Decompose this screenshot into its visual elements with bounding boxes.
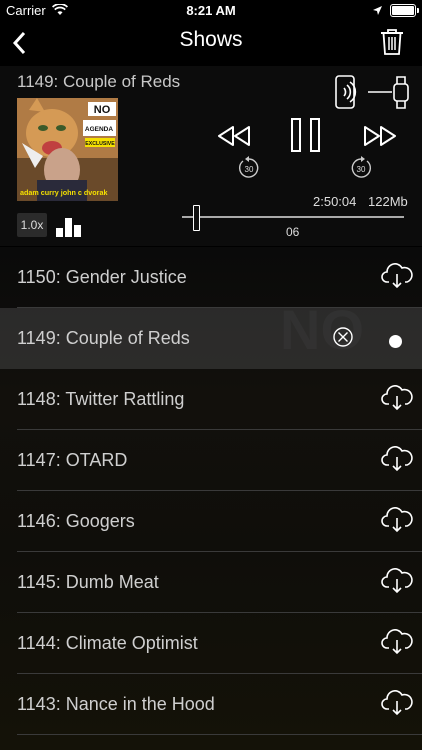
episode-list[interactable]: NO 1150: Gender Justice 1149: Couple of … <box>0 247 422 750</box>
fast-forward-icon <box>364 126 396 146</box>
cloud-download-icon[interactable] <box>381 261 413 294</box>
art-exclusive-text: EXCLUSIVE <box>85 141 115 147</box>
episode-title: 1145: Dumb Meat <box>17 572 159 592</box>
output-device-button[interactable] <box>334 74 414 115</box>
now-playing-title: 1149: Couple of Reds <box>17 72 181 91</box>
skip-forward-button[interactable]: 30 <box>349 156 373 185</box>
playback-speed-button[interactable]: 1.0x <box>17 213 47 237</box>
skip-forward-value: 30 <box>357 165 366 174</box>
cloud-download-icon[interactable] <box>381 383 413 416</box>
cloud-download-icon[interactable] <box>381 505 413 538</box>
cloud-download-icon[interactable] <box>381 444 413 477</box>
episode-row[interactable]: 1143: Nance in the Hood <box>0 674 422 735</box>
battery-icon <box>390 4 419 17</box>
page-title: Shows <box>179 28 243 51</box>
skip-forward-30-icon: 30 <box>351 156 371 178</box>
skip-back-30-icon: 30 <box>239 156 259 178</box>
clock: 8:21 AM <box>186 3 236 18</box>
skip-back-button[interactable]: 30 <box>237 156 261 185</box>
file-size: 122Mb <box>368 194 408 209</box>
equalizer-icon[interactable] <box>56 218 83 242</box>
art-agenda-text: AGENDA <box>85 126 113 133</box>
cloud-download-icon[interactable] <box>381 627 413 660</box>
rewind-icon <box>218 126 250 146</box>
episode-row[interactable]: 1147: OTARD <box>0 430 422 491</box>
episode-title: 1149: Couple of Reds <box>17 328 190 348</box>
episode-row[interactable]: 1145: Dumb Meat <box>0 552 422 613</box>
episode-row-active[interactable]: 1149: Couple of Reds <box>0 308 422 369</box>
pause-icon <box>291 118 320 152</box>
fast-forward-button[interactable] <box>363 125 397 152</box>
art-no-text: NO <box>94 104 111 116</box>
episode-row[interactable]: 1148: Twitter Rattling <box>0 369 422 430</box>
rewind-button[interactable] <box>217 125 251 152</box>
progress-thumb[interactable] <box>193 205 200 231</box>
chapter-number: 06 <box>286 225 300 239</box>
skip-back-value: 30 <box>245 165 254 174</box>
row-divider <box>17 734 422 735</box>
circle-x-icon[interactable] <box>333 327 353 352</box>
cloud-download-icon[interactable] <box>381 566 413 599</box>
progress-track[interactable] <box>182 216 404 218</box>
episode-title: 1146: Googers <box>17 511 135 531</box>
episode-title: 1144: Climate Optimist <box>17 633 198 653</box>
episode-artwork[interactable]: NO AGENDA EXCLUSIVE adam curry john c dv… <box>17 98 118 201</box>
art-credits-text: adam curry john c dvorak <box>20 188 107 197</box>
episode-row[interactable]: 1144: Climate Optimist <box>0 613 422 674</box>
episode-row[interactable]: 1150: Gender Justice <box>0 247 422 308</box>
elapsed-time: 2:50:04 <box>313 194 357 209</box>
episode-title: 1143: Nance in the Hood <box>17 694 215 714</box>
trash-icon <box>381 29 403 55</box>
now-playing-dot-icon <box>389 335 402 348</box>
episode-row[interactable]: 1146: Googers <box>0 491 422 552</box>
status-bar: Carrier 8:21 AM <box>0 0 422 22</box>
location-arrow-icon <box>372 4 383 19</box>
cloud-download-icon[interactable] <box>381 688 413 721</box>
episode-title: 1147: OTARD <box>17 450 128 470</box>
episode-title: 1148: Twitter Rattling <box>17 389 185 409</box>
phone-to-watch-icon <box>335 75 409 109</box>
trash-button[interactable] <box>380 28 404 61</box>
pause-button[interactable] <box>290 117 322 158</box>
episode-title: 1150: Gender Justice <box>17 267 187 287</box>
